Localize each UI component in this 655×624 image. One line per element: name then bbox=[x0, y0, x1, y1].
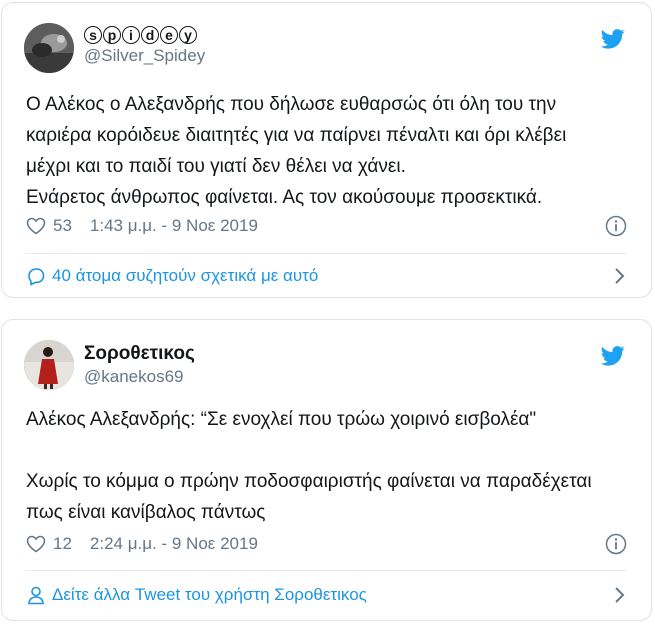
heart-icon[interactable] bbox=[26, 217, 46, 235]
info-icon[interactable] bbox=[605, 533, 627, 555]
timestamp[interactable]: 1:43 μ.μ. - 9 Νοε 2019 bbox=[90, 216, 258, 236]
heart-icon[interactable] bbox=[26, 535, 46, 553]
tweet-meta: 53 1:43 μ.μ. - 9 Νοε 2019 bbox=[26, 215, 627, 237]
display-name-letter: p bbox=[103, 26, 121, 44]
user-handle[interactable]: @Silver_Spidey bbox=[84, 45, 205, 67]
chevron-right-icon bbox=[615, 268, 625, 284]
tweet-text: Ο Αλέκος ο Αλεξανδρής που δήλωσε ευθαρσώ… bbox=[26, 94, 567, 208]
more-tweets-link-label: Δείτε άλλα Tweet του χρήστη Σοροθετικος bbox=[52, 585, 367, 604]
twitter-bird-icon[interactable] bbox=[601, 346, 625, 366]
info-icon[interactable] bbox=[605, 215, 627, 237]
conversation-link-label: 40 άτομα συζητούν σχετικά με αυτό bbox=[52, 266, 319, 285]
tweet-card[interactable]: Σοροθετικος @kanekos69 Αλέκος Αλεξανδρής… bbox=[1, 319, 652, 621]
divider bbox=[26, 253, 627, 254]
tweet-meta: 12 2:24 μ.μ. - 9 Νοε 2019 bbox=[26, 533, 627, 555]
display-name-letter: d bbox=[141, 26, 159, 44]
tweet-header: s p i d e y @Silver_Spidey bbox=[24, 23, 631, 73]
avatar[interactable] bbox=[24, 340, 74, 390]
display-name-letter: i bbox=[122, 26, 140, 44]
tweet-header: Σοροθετικος @kanekos69 bbox=[24, 340, 631, 390]
user-handle[interactable]: @kanekos69 bbox=[84, 366, 195, 388]
like-count: 53 bbox=[53, 216, 72, 235]
display-name[interactable]: Σοροθετικος bbox=[84, 343, 195, 365]
twitter-bird-icon[interactable] bbox=[601, 29, 625, 49]
tweet-text: Αλέκος Αλεξανδρής: “Σε ενοχλεί που τρώω … bbox=[26, 409, 592, 523]
more-tweets-link[interactable]: Δείτε άλλα Tweet του χρήστη Σοροθετικος bbox=[26, 583, 627, 607]
display-name[interactable]: s p i d e y bbox=[84, 26, 205, 44]
conversation-link[interactable]: 40 άτομα συζητούν σχετικά με αυτό bbox=[26, 264, 627, 288]
timestamp[interactable]: 2:24 μ.μ. - 9 Νοε 2019 bbox=[90, 534, 258, 554]
divider bbox=[26, 570, 627, 571]
like-count: 12 bbox=[53, 534, 72, 553]
display-name-letter: y bbox=[179, 26, 197, 44]
tweet-card[interactable]: s p i d e y @Silver_Spidey Ο Αλέκος ο Αλ… bbox=[1, 2, 652, 298]
chevron-right-icon bbox=[615, 587, 625, 603]
display-name-letter: e bbox=[160, 26, 178, 44]
display-name-letter: s bbox=[84, 26, 102, 44]
avatar[interactable] bbox=[24, 23, 74, 73]
comment-icon bbox=[28, 268, 45, 286]
user-icon bbox=[28, 586, 44, 605]
